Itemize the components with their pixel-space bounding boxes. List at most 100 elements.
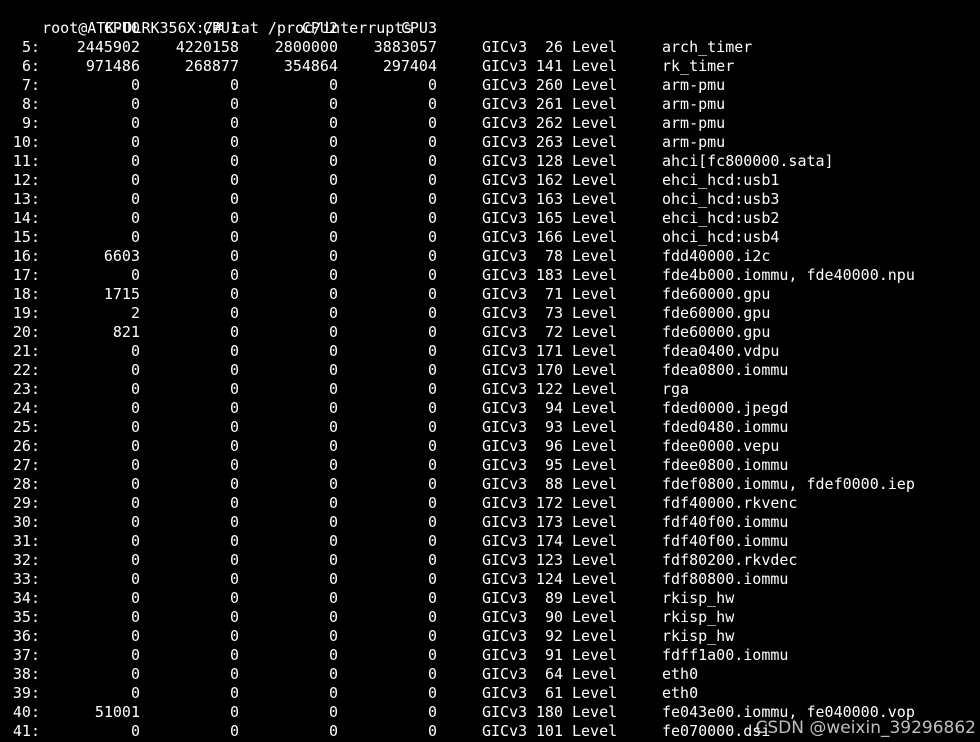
irq-controller: GICv3 — [482, 171, 528, 189]
cpu0-count: 2 — [130, 304, 140, 322]
cpu2-count: 0 — [328, 608, 338, 626]
irq-controller: GICv3 — [482, 209, 528, 227]
trigger-type: Level — [572, 133, 618, 151]
cpu1-count: 0 — [229, 608, 239, 626]
trigger-type: Level — [572, 703, 618, 721]
hw-irq: 163 — [535, 190, 563, 208]
cpu0-count: 971486 — [85, 57, 140, 75]
trigger-type: Level — [572, 247, 618, 265]
irq-controller: GICv3 — [482, 513, 528, 531]
cpu3-count: 0 — [427, 304, 437, 322]
irq-number: 8: — [21, 95, 40, 113]
cpu0-count: 0 — [130, 114, 140, 132]
hw-irq: 90 — [544, 608, 563, 626]
cpu3-count: 0 — [427, 570, 437, 588]
irq-number: 11: — [12, 152, 40, 170]
terminal-window[interactable]: root@ATK-DLRK356X:/# cat /proc/interrupt… — [6, 0, 976, 741]
table-row: 8: 0 0 0 0 GICv3 261 Level arm-pmu — [6, 95, 976, 114]
device-name: fdea0400.vdpu — [662, 342, 780, 360]
irq-number: 26: — [12, 437, 40, 455]
hw-irq: 71 — [544, 285, 563, 303]
trigger-type: Level — [572, 304, 618, 322]
device-name: ohci_hcd:usb4 — [662, 228, 780, 246]
hw-irq: 172 — [535, 494, 563, 512]
cpu2-count: 0 — [328, 665, 338, 683]
irq-controller: GICv3 — [482, 266, 528, 284]
cpu1-count: 0 — [229, 722, 239, 740]
trigger-type: Level — [572, 399, 618, 417]
irq-number: 23: — [12, 380, 40, 398]
table-row: 35: 0 0 0 0 GICv3 90 Level rkisp_hw — [6, 608, 976, 627]
hw-irq: 72 — [544, 323, 563, 341]
cpu3-count: 0 — [427, 171, 437, 189]
hw-irq: 124 — [535, 570, 563, 588]
trigger-type: Level — [572, 114, 618, 132]
table-row: 36: 0 0 0 0 GICv3 92 Level rkisp_hw — [6, 627, 976, 646]
cpu1-count: 268877 — [184, 57, 239, 75]
hw-irq: 166 — [535, 228, 563, 246]
watermark-text: CSDN @weixin_39296862 — [755, 718, 976, 738]
trigger-type: Level — [572, 342, 618, 360]
cpu0-count: 0 — [130, 684, 140, 702]
irq-controller: GICv3 — [482, 532, 528, 550]
cpu1-count: 0 — [229, 190, 239, 208]
cpu2-count: 0 — [328, 209, 338, 227]
cpu0-count: 0 — [130, 76, 140, 94]
cpu3-count: 0 — [427, 551, 437, 569]
irq-number: 24: — [12, 399, 40, 417]
cpu0-count: 51001 — [94, 703, 140, 721]
table-row: 31: 0 0 0 0 GICv3 174 Level fdf40f00.iommu — [6, 532, 976, 551]
table-row: 29: 0 0 0 0 GICv3 172 Level fdf40000.rkvenc — [6, 494, 976, 513]
trigger-type: Level — [572, 437, 618, 455]
table-row: 38: 0 0 0 0 GICv3 64 Level eth0 — [6, 665, 976, 684]
hw-irq: 95 — [544, 456, 563, 474]
hw-irq: 170 — [535, 361, 563, 379]
irq-controller: GICv3 — [482, 475, 528, 493]
cpu1-count: 0 — [229, 684, 239, 702]
cpu1-count: 0 — [229, 304, 239, 322]
trigger-type: Level — [572, 228, 618, 246]
irq-number: 34: — [12, 589, 40, 607]
cpu3-count: 297404 — [382, 57, 437, 75]
cpu2-count: 0 — [328, 494, 338, 512]
cpu1-count: 0 — [229, 494, 239, 512]
irq-number: 9: — [21, 114, 40, 132]
cpu2-count: 0 — [328, 266, 338, 284]
cpu3-count: 0 — [427, 665, 437, 683]
cpu0-count: 0 — [130, 342, 140, 360]
cpu0-count: 0 — [130, 570, 140, 588]
irq-controller: GICv3 — [482, 228, 528, 246]
cpu1-count: 0 — [229, 209, 239, 227]
trigger-type: Level — [572, 95, 618, 113]
cpu1-count: 0 — [229, 665, 239, 683]
irq-controller: GICv3 — [482, 304, 528, 322]
cpu1-count: 0 — [229, 228, 239, 246]
trigger-type: Level — [572, 608, 618, 626]
table-row: 34: 0 0 0 0 GICv3 89 Level rkisp_hw — [6, 589, 976, 608]
table-row: 24: 0 0 0 0 GICv3 94 Level fded0000.jpegd — [6, 399, 976, 418]
table-row: 15: 0 0 0 0 GICv3 166 Level ohci_hcd:usb4 — [6, 228, 976, 247]
irq-number: 13: — [12, 190, 40, 208]
irq-number: 22: — [12, 361, 40, 379]
cpu3-count: 0 — [427, 646, 437, 664]
device-name: eth0 — [662, 665, 699, 683]
cpu3-count: 0 — [427, 418, 437, 436]
cpu1-count: 0 — [229, 114, 239, 132]
cpu2-count: 0 — [328, 361, 338, 379]
cpu3-count: 0 — [427, 684, 437, 702]
hw-irq: 122 — [535, 380, 563, 398]
irq-number: 36: — [12, 627, 40, 645]
trigger-type: Level — [572, 76, 618, 94]
cpu0-count: 0 — [130, 665, 140, 683]
device-name: fdf40f00.iommu — [662, 532, 789, 550]
cpu3-count: 0 — [427, 608, 437, 626]
cpu2-count: 0 — [328, 646, 338, 664]
trigger-type: Level — [572, 627, 618, 645]
hw-irq: 162 — [535, 171, 563, 189]
cpu1-count: 0 — [229, 437, 239, 455]
cpu0-count: 0 — [130, 608, 140, 626]
cpu3-count: 0 — [427, 513, 437, 531]
irq-controller: GICv3 — [482, 570, 528, 588]
irq-controller: GICv3 — [482, 684, 528, 702]
table-row: 14: 0 0 0 0 GICv3 165 Level ehci_hcd:usb2 — [6, 209, 976, 228]
